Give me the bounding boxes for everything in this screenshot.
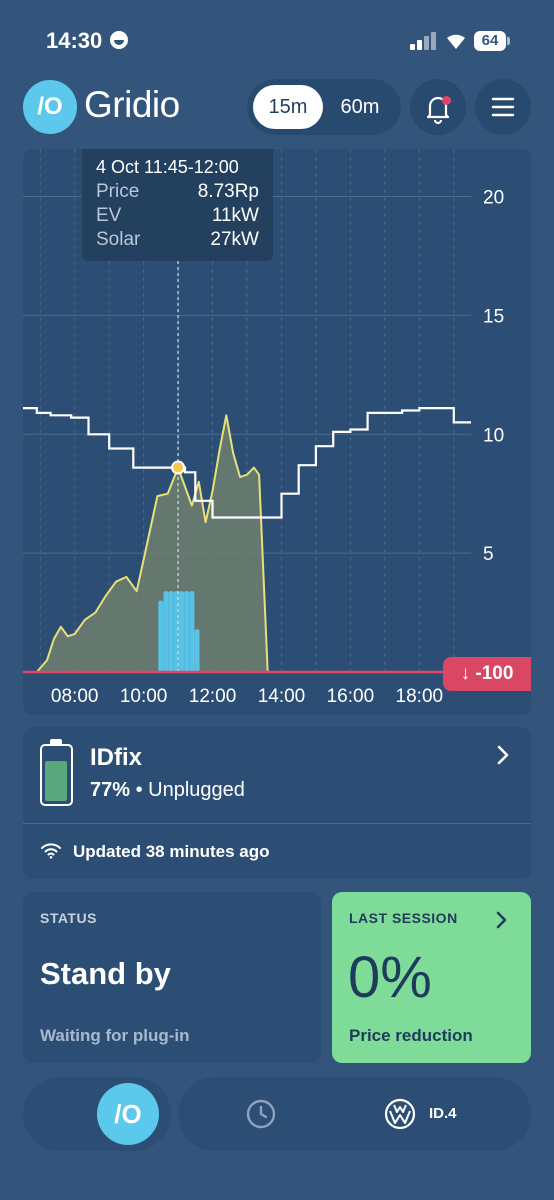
car-model-tab[interactable]: ID.4 <box>429 1105 457 1122</box>
vehicle-charge-percent: 77% <box>90 779 131 801</box>
notification-dot <box>442 96 451 105</box>
vw-logo-icon[interactable] <box>384 1098 416 1130</box>
interval-toggle: 15m 60m <box>247 79 401 135</box>
tooltip-price-value: 8.73Rp <box>197 181 259 202</box>
ev-charge-bar <box>194 629 200 672</box>
y-tick-label: 10 <box>483 425 504 446</box>
vehicle-card[interactable]: IDfix 77% • Unplugged Updated 38 minutes… <box>23 727 531 879</box>
y-tick-label: 15 <box>483 306 504 327</box>
tooltip-solar-value: 27kW <box>210 229 259 250</box>
interval-15m-button[interactable]: 15m <box>253 85 323 129</box>
ev-charge-bar <box>158 600 164 672</box>
chevron-right-icon <box>496 911 507 929</box>
vehicle-status: 77% • Unplugged <box>90 779 245 802</box>
last-updated-text: Updated 38 minutes ago <box>73 842 270 861</box>
wifi-icon <box>447 34 465 49</box>
status-card: STATUS Stand by Waiting for plug-in <box>23 892 321 1063</box>
tooltip-row-solar: Solar 27kW <box>96 228 259 252</box>
tooltip-solar-label: Solar <box>96 229 141 250</box>
last-session-subtext: Price reduction <box>349 1026 473 1045</box>
x-tick-label: 16:00 <box>327 686 375 707</box>
battery-icon <box>40 739 73 806</box>
solar-area-series <box>23 414 269 673</box>
x-tick-label: 18:00 <box>396 686 444 707</box>
last-session-card[interactable]: LAST SESSION 0% Price reduction <box>332 892 531 1063</box>
x-tick-label: 10:00 <box>120 686 168 707</box>
chevron-right-icon <box>497 745 509 765</box>
vehicle-name: IDfix <box>90 744 143 771</box>
y-tick-label: 5 <box>483 544 494 565</box>
ev-charge-bar <box>168 591 174 672</box>
ev-charge-bar <box>179 591 185 672</box>
gridio-logo-icon: /O <box>23 80 77 134</box>
ev-charge-bar <box>184 591 190 672</box>
status-label: STATUS <box>40 910 97 926</box>
status-value: Stand by <box>40 956 171 991</box>
bottom-nav-pill: ID.4 <box>178 1077 531 1151</box>
min-price-badge: ↓ -100 <box>443 657 531 691</box>
menu-icon <box>491 97 515 117</box>
clock-text: 14:30 <box>46 28 103 53</box>
status-bar: 14:30 64 <box>0 0 554 80</box>
cell-signal-icon <box>410 32 438 50</box>
chart-tooltip: 4 Oct 11:45-12:00 Price 8.73Rp EV 11kW S… <box>82 149 273 261</box>
smile-notification-icon <box>110 31 128 49</box>
ev-charge-bar <box>163 591 169 672</box>
x-tick-label: 14:00 <box>258 686 306 707</box>
vehicle-plug-state: • Unplugged <box>135 779 245 801</box>
selected-point <box>171 460 186 475</box>
home-tab[interactable]: /O <box>97 1083 159 1145</box>
notifications-button[interactable] <box>410 79 466 135</box>
wifi-icon <box>41 843 61 859</box>
interval-60m-button[interactable]: 60m <box>325 85 395 129</box>
tooltip-row-ev: EV 11kW <box>96 204 259 228</box>
battery-tip <box>507 37 510 45</box>
app-header: /O Gridio 15m 60m <box>0 78 554 138</box>
y-tick-label: 20 <box>483 188 504 209</box>
bell-icon <box>426 96 450 125</box>
battery-fill <box>45 761 67 801</box>
clock-icon[interactable] <box>245 1098 277 1130</box>
tooltip-title: 4 Oct 11:45-12:00 <box>96 157 239 177</box>
tooltip-ev-value: 11kW <box>211 205 259 226</box>
last-session-label: LAST SESSION <box>349 910 458 926</box>
status-subtext: Waiting for plug-in <box>40 1026 190 1045</box>
tooltip-price-label: Price <box>96 181 140 202</box>
battery-level-badge: 64 <box>474 31 506 51</box>
x-tick-label: 12:00 <box>189 686 237 707</box>
price-chart[interactable]: 5 10 15 20 08:00 10:00 12:00 14:00 16:00 18:00 4 … <box>23 149 531 715</box>
tooltip-ev-label: EV <box>96 205 122 226</box>
menu-button[interactable] <box>475 79 531 135</box>
divider <box>23 823 531 824</box>
app-name: Gridio <box>84 84 180 125</box>
bottom-nav-home-pill: /O <box>23 1077 171 1151</box>
x-tick-label: 08:00 <box>51 686 99 707</box>
ev-charge-bar <box>189 591 195 672</box>
tooltip-row-price: Price 8.73Rp <box>96 180 259 204</box>
last-session-value: 0% <box>348 945 432 1010</box>
